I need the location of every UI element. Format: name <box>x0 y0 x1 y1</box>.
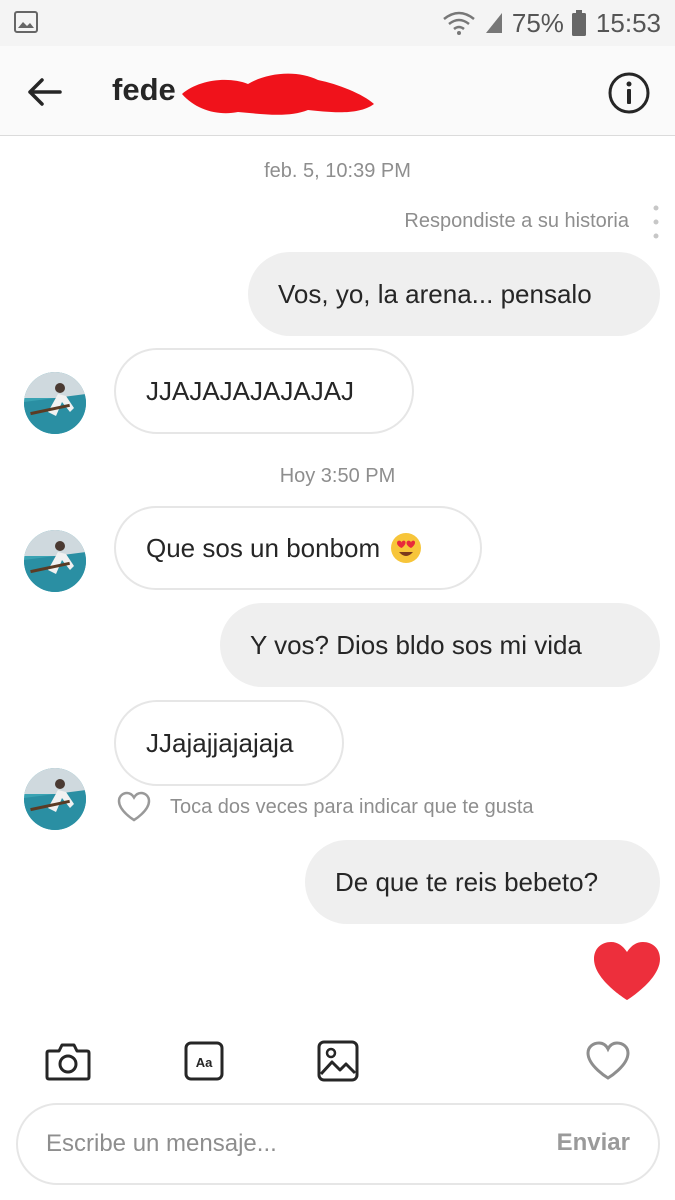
timestamp: Hoy 3:50 PM <box>279 465 396 487</box>
signal-icon <box>485 13 502 33</box>
avatar[interactable] <box>24 768 86 830</box>
message-bubble-outgoing[interactable]: Vos, yo, la arena... pensalo <box>248 252 660 336</box>
message-input[interactable] <box>46 1105 516 1183</box>
chat-username[interactable]: fede <box>112 72 176 108</box>
chat-header: fede <box>0 46 675 136</box>
like-button[interactable] <box>584 1038 632 1084</box>
text-aa-icon: Aa <box>184 1041 224 1081</box>
message-text: JJAJAJAJAJAJAJ <box>146 376 355 406</box>
heart-eyes-emoji <box>391 533 422 563</box>
wifi-icon <box>443 11 475 35</box>
heart-outline-icon <box>586 1041 630 1080</box>
like-hint-text: Toca dos veces para indicar que te gusta <box>170 795 534 818</box>
avatar[interactable] <box>24 372 86 434</box>
camera-icon <box>45 1043 91 1081</box>
message-text: De que te reis bebeto? <box>335 867 599 897</box>
gallery-button[interactable] <box>314 1038 362 1084</box>
message-text: JJajajjajajaja <box>146 728 294 758</box>
double-tap-like-hint: Toca dos veces para indicar que te gusta <box>116 790 534 824</box>
message-text: Y vos? Dios bldo sos mi vida <box>250 630 582 660</box>
heart-outline-icon[interactable] <box>116 791 152 823</box>
message-bubble-incoming[interactable]: JJAJAJAJAJAJAJ <box>114 348 414 434</box>
message-text: Que sos un bonbom <box>146 533 381 563</box>
message-text: Vos, yo, la arena... pensalo <box>278 279 592 309</box>
message-bubble-incoming[interactable]: JJajajjajajaja <box>114 700 344 786</box>
arrow-left-icon <box>28 78 62 106</box>
info-icon <box>608 72 650 114</box>
battery-icon <box>571 10 586 36</box>
text-format-button[interactable]: Aa <box>180 1038 228 1084</box>
camera-button[interactable] <box>44 1038 92 1084</box>
sent-heart-icon[interactable] <box>592 940 662 1002</box>
back-button[interactable] <box>22 70 66 114</box>
redaction-scribble <box>182 73 374 115</box>
story-reply-note: Respondiste a su historia <box>404 210 629 232</box>
message-bubble-incoming[interactable]: Que sos un bonbom <box>114 506 482 590</box>
info-button[interactable] <box>606 70 652 116</box>
message-composer: Enviar <box>16 1103 660 1185</box>
timestamp: feb. 5, 10:39 PM <box>264 160 411 182</box>
gallery-icon <box>14 11 38 33</box>
battery-percent: 75% <box>511 7 564 38</box>
svg-text:Aa: Aa <box>196 1055 213 1070</box>
status-indicators: 75% 15:53 <box>442 6 661 40</box>
clock: 15:53 <box>595 7 661 38</box>
send-button[interactable]: Enviar <box>557 1129 630 1157</box>
message-bubble-outgoing[interactable]: De que te reis bebeto? <box>305 840 660 924</box>
image-icon <box>317 1040 359 1082</box>
status-bar: 75% 15:53 <box>0 0 675 46</box>
more-options-icon[interactable] <box>652 204 660 240</box>
message-bubble-outgoing[interactable]: Y vos? Dios bldo sos mi vida <box>220 603 660 687</box>
avatar[interactable] <box>24 530 86 592</box>
